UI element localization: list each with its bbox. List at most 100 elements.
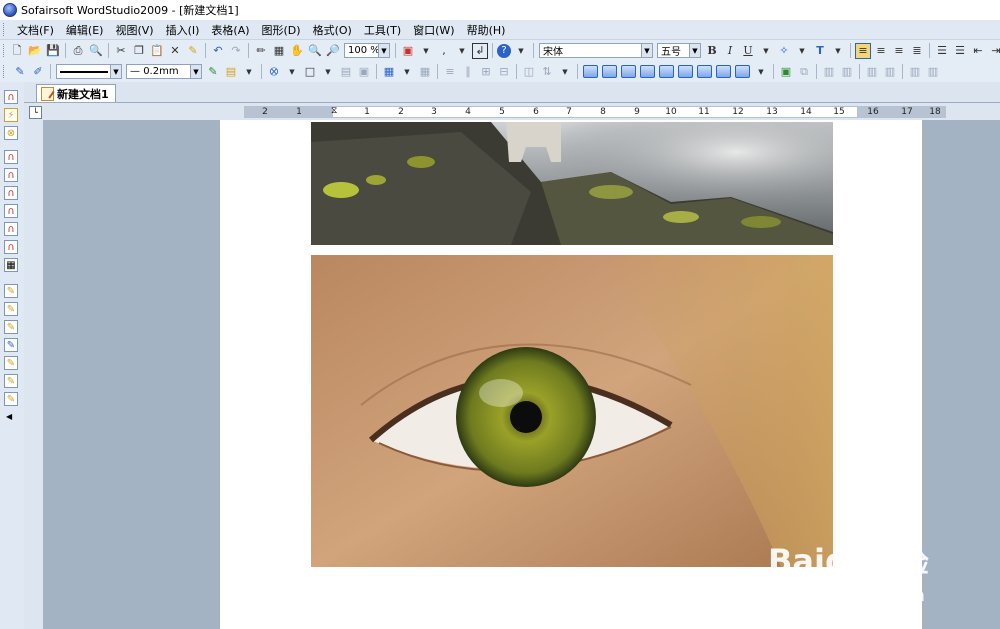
distribute-icon[interactable]: ▥ (882, 64, 898, 80)
paste-icon[interactable]: 📋 (149, 43, 165, 59)
frame-icon[interactable]: ▣ (356, 64, 372, 80)
align-left-icon[interactable]: ≡ (855, 42, 871, 59)
pen-7-icon[interactable]: ✎ (4, 392, 18, 406)
menu-format[interactable]: 格式(O) (307, 22, 358, 38)
paragraph-mark-icon[interactable]: ↲ (472, 42, 488, 59)
snap-1-icon[interactable]: ∩ (4, 150, 18, 164)
font-size-select[interactable]: 五号 ▼ (657, 43, 701, 58)
menu-graphics[interactable]: 图形(D) (256, 22, 307, 38)
shape-tool-5-icon[interactable] (659, 65, 674, 78)
chevron-down-icon[interactable]: ▼ (641, 44, 652, 57)
hand-icon[interactable]: ✋ (289, 43, 305, 59)
chevron-down-icon[interactable]: ▼ (378, 44, 389, 57)
print-icon[interactable]: ⎙ (70, 43, 86, 59)
italic-button[interactable]: I (722, 43, 738, 59)
save-icon[interactable]: 💾 (45, 43, 61, 59)
menu-view[interactable]: 视图(V) (109, 22, 159, 38)
align-objects-icon[interactable]: ▥ (864, 64, 880, 80)
pen-4-icon[interactable]: ✎ (4, 338, 18, 352)
pen-6-icon[interactable]: ✎ (4, 374, 18, 388)
line-color-icon[interactable]: ✎ (205, 64, 221, 80)
menu-tools[interactable]: 工具(T) (358, 22, 407, 38)
shape-style-icon[interactable]: ▤ (223, 64, 239, 80)
dropdown-arrow-icon[interactable]: ▼ (284, 64, 300, 80)
pen-5-icon[interactable]: ✎ (4, 356, 18, 370)
menu-table[interactable]: 表格(A) (205, 22, 255, 38)
redo-icon[interactable]: ↷ (228, 43, 244, 59)
numbered-list-icon[interactable]: ☰ (952, 43, 968, 59)
text-box-icon[interactable]: ▤ (338, 64, 354, 80)
font-color-icon[interactable]: T (812, 43, 828, 59)
bring-forward-icon[interactable]: ▥ (821, 64, 837, 80)
dropdown-arrow-icon[interactable]: ▼ (557, 64, 573, 80)
menu-insert[interactable]: 插入(I) (160, 22, 206, 38)
dropdown-arrow-icon[interactable]: ▼ (320, 64, 336, 80)
menu-file[interactable]: 文档(F) (11, 22, 60, 38)
shape-tool-1-icon[interactable] (583, 65, 598, 78)
highlight-icon[interactable]: ✧ (776, 43, 792, 59)
shape-tool-4-icon[interactable] (640, 65, 655, 78)
open-folder-icon[interactable]: 📂 (27, 43, 43, 59)
print-preview-icon[interactable]: 🔍 (88, 43, 104, 59)
tab-document-1[interactable]: 新建文档1 (36, 84, 116, 102)
dropdown-arrow-icon[interactable]: ▼ (794, 43, 810, 59)
indent-marker-icon[interactable]: ⧖ (331, 105, 337, 117)
line-style-select[interactable]: ▼ (56, 64, 122, 79)
vertical-ruler[interactable] (24, 120, 43, 629)
snap-6-icon[interactable]: ∩ (4, 240, 18, 254)
dropdown-arrow-icon[interactable]: ▼ (753, 64, 769, 80)
chevron-down-icon[interactable]: ▼ (190, 65, 201, 78)
dropdown-arrow-icon[interactable]: ▼ (513, 43, 529, 59)
dropdown-arrow-icon[interactable]: ▼ (830, 43, 846, 59)
shape-tool-9-icon[interactable] (735, 65, 750, 78)
shape-tool-7-icon[interactable] (697, 65, 712, 78)
cut-icon[interactable]: ✂ (113, 43, 129, 59)
send-backward-icon[interactable]: ▥ (839, 64, 855, 80)
zoom-out-icon[interactable]: 🔎 (325, 43, 341, 59)
grid-icon[interactable]: ▦ (271, 43, 287, 59)
underline-button[interactable]: U (740, 43, 756, 59)
line-width-select[interactable]: — 0.2mm ▼ (126, 64, 202, 79)
toolbar-grip[interactable] (3, 44, 4, 57)
tab-stop-selector[interactable]: └ (29, 106, 42, 119)
snap-4-icon[interactable]: ∩ (4, 204, 18, 218)
zoom-select[interactable]: 100 % ▼ (344, 43, 390, 58)
snap-2-icon[interactable]: ∩ (4, 168, 18, 182)
rotate-icon[interactable]: ▥ (907, 64, 923, 80)
table-grid-icon[interactable]: ▦ (417, 64, 433, 80)
magnet-icon[interactable]: ∩ (4, 90, 18, 104)
horizontal-ruler[interactable]: 2 1 ⧖ 1 2 3 4 5 6 7 8 9 10 11 12 13 14 1… (244, 106, 946, 118)
delete-icon[interactable]: ✕ (167, 43, 183, 59)
dropdown-arrow-icon[interactable]: ▼ (758, 43, 774, 59)
menu-edit[interactable]: 编辑(E) (60, 22, 110, 38)
bold-button[interactable]: B (704, 43, 720, 59)
split-cells-icon[interactable]: ⊟ (496, 64, 512, 80)
insert-object-icon[interactable]: ▣ (400, 43, 416, 59)
format-painter-icon[interactable]: ✎ (185, 43, 201, 59)
increase-indent-icon[interactable]: ⇥ (988, 43, 1000, 59)
fill-color-icon[interactable]: ⭙ (266, 64, 282, 80)
group-icon[interactable]: ⧉ (796, 64, 812, 80)
pen-3-icon[interactable]: ✎ (4, 320, 18, 334)
chevron-down-icon[interactable]: ▼ (110, 65, 121, 78)
copy-icon[interactable]: ❐ (131, 43, 147, 59)
link-icon[interactable]: ⊗ (4, 126, 18, 140)
comma-icon[interactable]: , (436, 43, 452, 59)
eye-closeup-image[interactable] (311, 255, 833, 567)
grid-snap-icon[interactable]: ▦ (4, 258, 18, 272)
decrease-indent-icon[interactable]: ⇤ (970, 43, 986, 59)
insert-picture-icon[interactable]: ▣ (778, 64, 794, 80)
pen-1-icon[interactable]: ✎ (4, 284, 18, 298)
align-center-icon[interactable]: ≡ (873, 43, 889, 59)
bullet-list-icon[interactable]: ☰ (934, 43, 950, 59)
merge-cells-icon[interactable]: ⊞ (478, 64, 494, 80)
justify-icon[interactable]: ≣ (909, 43, 925, 59)
shape-tool-6-icon[interactable] (678, 65, 693, 78)
undo-icon[interactable]: ↶ (210, 43, 226, 59)
table-props-icon[interactable]: ◫ (521, 64, 537, 80)
shape-tool-2-icon[interactable] (602, 65, 617, 78)
edit-shape-icon[interactable]: ✎ (12, 64, 28, 80)
table-icon[interactable]: ▦ (381, 64, 397, 80)
toolbar-grip[interactable] (3, 65, 7, 78)
align-right-icon[interactable]: ≡ (891, 43, 907, 59)
